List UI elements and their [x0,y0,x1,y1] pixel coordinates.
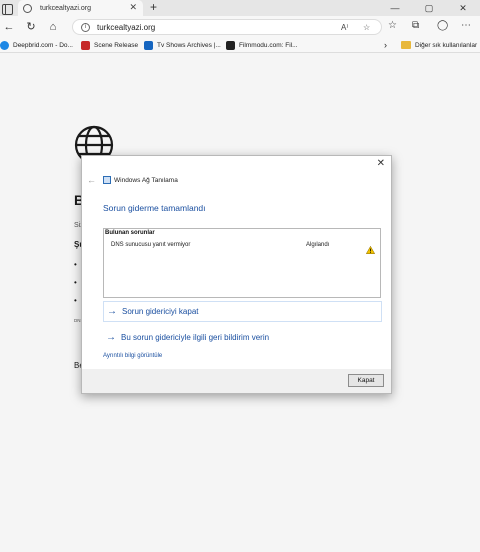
bookmark-scene-release[interactable]: Scene Release [81,41,138,50]
back-icon[interactable]: ← [2,20,16,34]
close-troubleshooter-link[interactable]: → Sorun gidericiyi kapat [103,301,382,322]
favorites-icon[interactable]: ☆ [388,20,397,31]
bookmark-tv-shows[interactable]: Tv Shows Archives |... [144,41,221,50]
tab-actions-icon[interactable] [2,2,14,15]
network-diagnostics-icon [103,176,111,184]
command-label: Sorun gidericiyi kapat [122,307,199,316]
deepbrid-icon [0,41,9,50]
new-tab-button[interactable]: + [150,0,157,14]
network-diagnostics-dialog: ✕ ← Windows Ağ Tanılama Sorun giderme ta… [81,155,392,394]
bookmark-folder-label: Diğer sık kullanılanlar [415,41,478,49]
tab-turkcealtyazi[interactable]: turkcealtyazi.org ✕ [18,0,143,16]
bookmark-label: Scene Release [94,42,139,49]
filmmodu-icon [226,41,235,50]
dialog-footer: Kapat [82,369,391,393]
warning-icon [365,241,376,259]
home-icon[interactable]: ⌂ [46,20,60,34]
tab-strip: turkcealtyazi.org ✕ + — ▢ ✕ [0,0,480,16]
scene-release-icon [81,41,90,50]
bullet-item: • [74,296,77,305]
close-button[interactable]: Kapat [348,374,384,387]
bookmark-deepbrid[interactable]: Deepbrid.com - Do... [0,41,73,50]
profile-icon[interactable]: ◯ [437,20,448,31]
bookmark-filmmodu[interactable]: Filmmodu.com: Fil... [226,41,298,50]
bullet-item: • [74,260,77,269]
address-url[interactable]: turkcealtyazi.org [97,23,155,32]
problem-name[interactable]: DNS sunucusu yanıt vermiyor [111,242,190,248]
maximize-icon[interactable]: ▢ [412,0,446,16]
read-aloud-icon[interactable]: A⁾ [341,23,348,32]
bookmarks-bar: Deepbrid.com - Do... Scene Release Tv Sh… [0,38,480,53]
bookmark-label: Deepbrid.com - Do... [13,42,73,49]
refresh-icon[interactable]: ↻ [24,20,38,34]
problem-status: Algılandı [306,242,330,248]
address-bar[interactable]: i turkcealtyazi.org A⁾ ☆ [72,19,382,35]
toolbar: ← ↻ ⌂ i turkcealtyazi.org A⁾ ☆ ☆ ⧉ ◯ ⋯ [0,16,480,38]
problems-header: Bulunan sorunlar [105,230,155,236]
globe-favicon-icon [23,3,32,13]
more-menu-icon[interactable]: ⋯ [461,20,471,31]
problems-list: Bulunan sorunlar DNS sunucusu yanıt verm… [103,228,381,298]
collections-icon[interactable]: ⧉ [412,20,419,31]
dialog-close-icon[interactable]: ✕ [377,158,385,169]
arrow-right-icon: → [106,332,116,343]
view-detailed-info-link[interactable]: Ayrıntılı bilgi görüntüle [103,353,162,359]
back-arrow-icon: ← [87,175,96,185]
folder-icon [401,41,411,49]
tab-title: turkcealtyazi.org [40,4,91,12]
bullet-item: • [74,278,77,287]
bookmark-label: Filmmodu.com: Fil... [239,42,298,49]
tab-close-icon[interactable]: ✕ [129,2,137,13]
site-info-icon[interactable]: i [81,23,90,32]
dialog-heading: Sorun giderme tamamlandı [103,203,206,213]
tv-shows-icon [144,41,153,50]
window-close-icon[interactable]: ✕ [446,0,480,16]
dialog-title: Windows Ağ Tanılama [114,177,178,184]
bookmark-other-favorites[interactable]: Diğer sık kullanılanlar [401,41,477,49]
bookmark-label: Tv Shows Archives |... [157,42,221,49]
minimize-icon[interactable]: — [378,0,412,16]
give-feedback-link[interactable]: → Bu sorun gidericiyle ilgili geri bildi… [103,327,382,348]
chevron-right-icon[interactable]: › [384,40,387,50]
command-label: Bu sorun gidericiyle ilgili geri bildiri… [121,333,270,342]
arrow-right-icon: → [107,306,117,317]
favorite-add-icon[interactable]: ☆ [363,23,370,32]
